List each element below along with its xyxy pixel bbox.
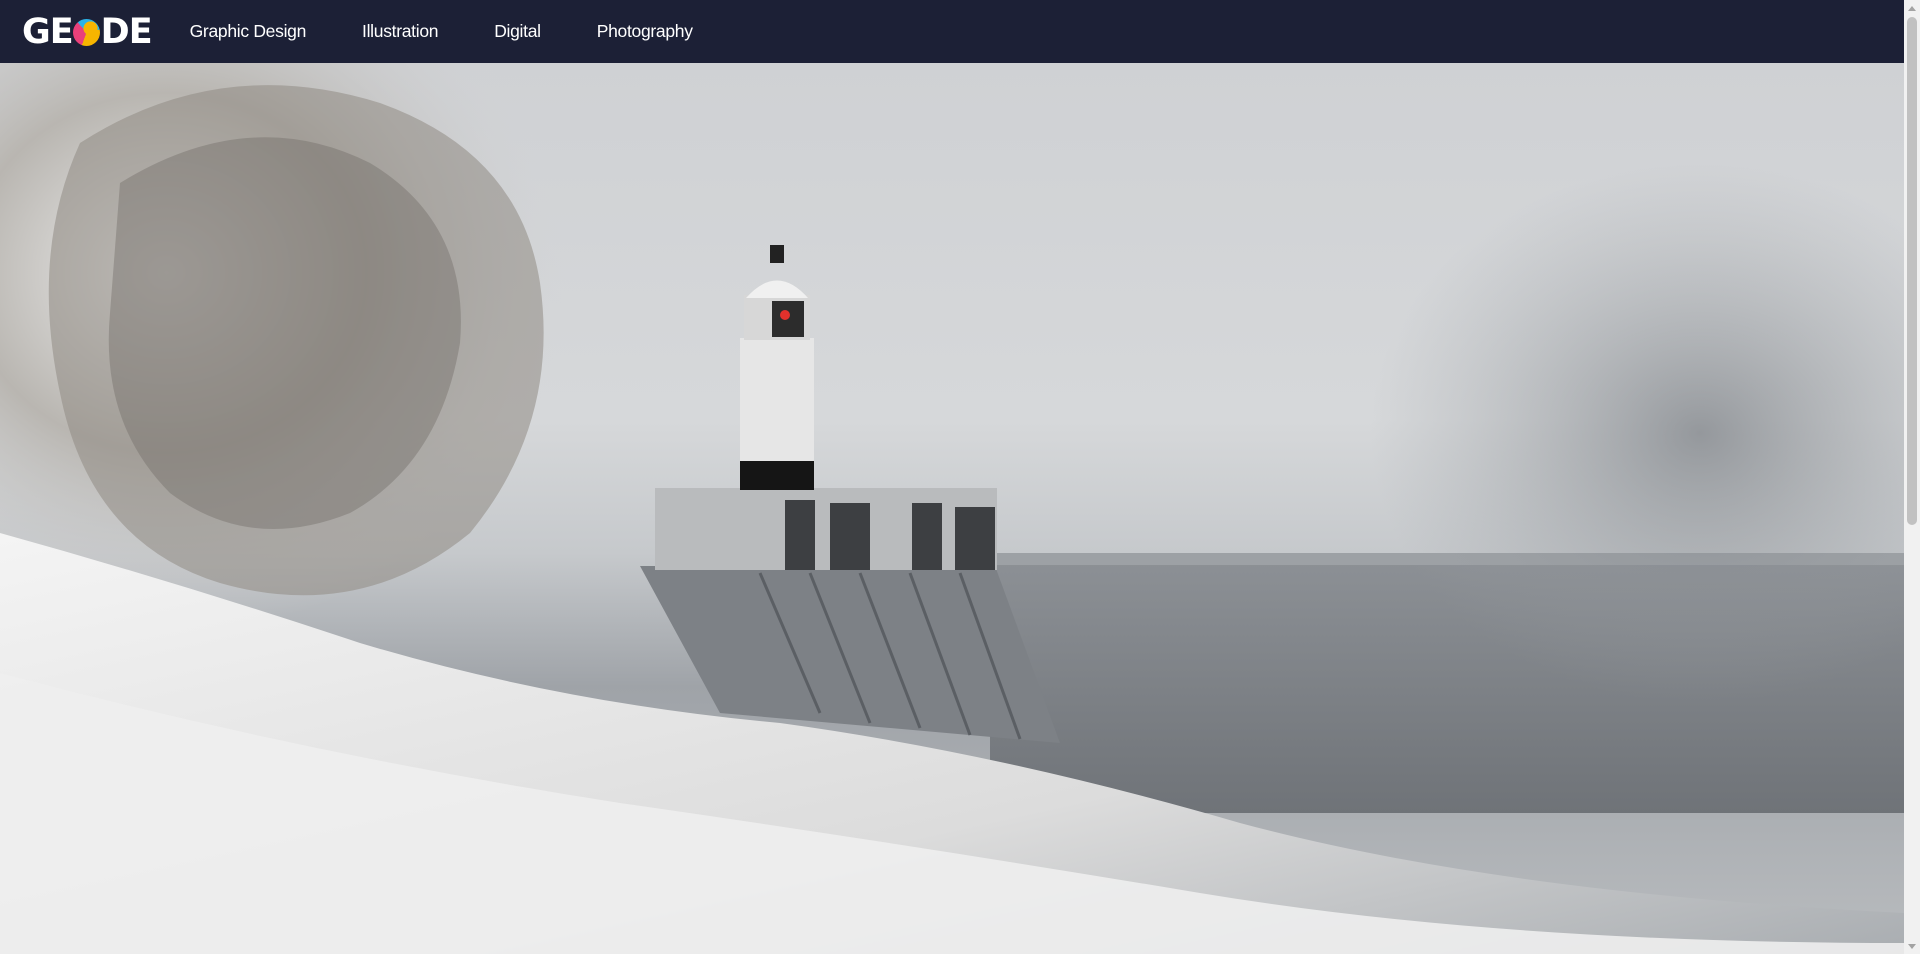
lighthouse-dome (746, 280, 808, 298)
lighthouse-light (780, 310, 790, 320)
lighthouse-finial (770, 245, 784, 263)
scrollbar-thumb[interactable] (1907, 17, 1917, 525)
nav-graphic-design[interactable]: Graphic Design (190, 21, 307, 42)
page: GE DE Graphic Design Illustration Digita… (0, 0, 1920, 954)
logo-orb-icon (72, 19, 100, 46)
logo-text-right: DE (100, 11, 153, 52)
vertical-scrollbar[interactable] (1904, 0, 1920, 954)
hero-image (0, 63, 1904, 954)
hero-lighthouse-illustration (0, 63, 1904, 954)
scroll-down-arrow-icon[interactable] (1904, 938, 1920, 954)
main-nav: Graphic Design Illustration Digital Phot… (190, 21, 749, 42)
nav-illustration[interactable]: Illustration (362, 21, 438, 42)
nav-photography[interactable]: Photography (597, 21, 693, 42)
lighthouse-band (740, 461, 814, 490)
nav-digital[interactable]: Digital (494, 21, 541, 42)
pier-wall (655, 488, 997, 570)
logo-text-left: GE (22, 11, 74, 52)
site-header: GE DE Graphic Design Illustration Digita… (0, 0, 1904, 63)
scroll-up-arrow-icon[interactable] (1904, 0, 1920, 16)
geode-logo[interactable]: GE DE (22, 0, 153, 63)
